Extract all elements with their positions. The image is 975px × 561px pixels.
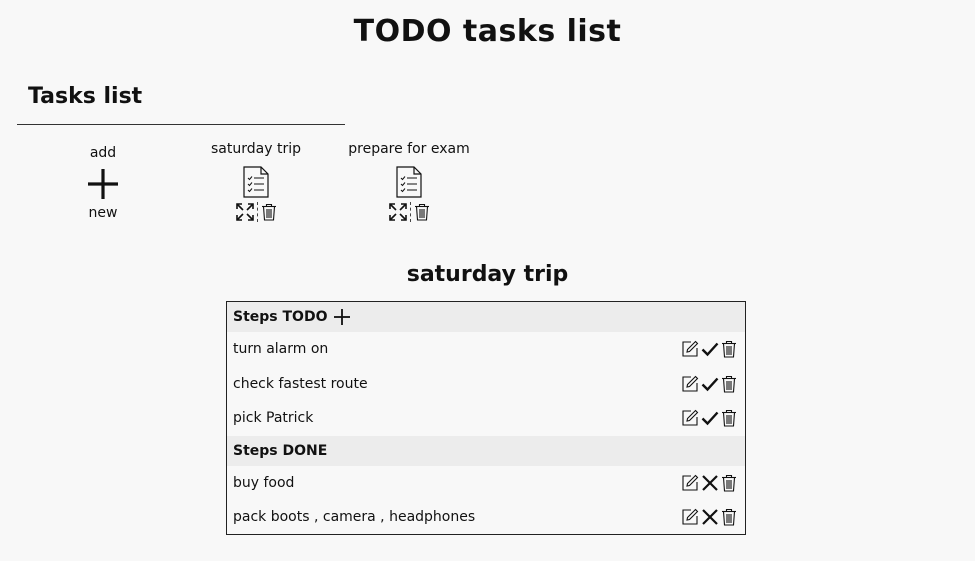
done-step-row: pack boots , camera , headphones bbox=[227, 500, 745, 535]
steps-done-label: Steps DONE bbox=[233, 442, 328, 459]
trash-icon[interactable] bbox=[261, 203, 277, 221]
plus-icon[interactable] bbox=[86, 167, 120, 201]
trash-icon[interactable] bbox=[721, 375, 737, 393]
task-card-saturday-trip: saturday trip bbox=[181, 141, 331, 222]
todo-step-row: pick Patrick bbox=[227, 401, 745, 436]
trash-icon[interactable] bbox=[721, 409, 737, 427]
step-text: check fastest route bbox=[233, 375, 368, 392]
expand-icon[interactable] bbox=[388, 203, 407, 221]
edit-icon[interactable] bbox=[681, 340, 699, 358]
trash-icon[interactable] bbox=[721, 474, 737, 492]
add-step-plus-icon[interactable] bbox=[333, 308, 351, 326]
trash-icon[interactable] bbox=[721, 508, 737, 526]
todo-step-row: turn alarm on bbox=[227, 332, 745, 367]
add-label: add bbox=[89, 145, 117, 161]
task-card-prepare-for-exam: prepare for exam bbox=[334, 141, 484, 222]
todo-step-row: check fastest route bbox=[227, 367, 745, 402]
new-label: new bbox=[88, 205, 118, 221]
step-text: pick Patrick bbox=[233, 410, 314, 427]
edit-icon[interactable] bbox=[681, 375, 699, 393]
step-text: turn alarm on bbox=[233, 341, 329, 358]
page-title: TODO tasks list bbox=[353, 14, 622, 49]
x-icon[interactable] bbox=[701, 508, 719, 526]
edit-icon[interactable] bbox=[681, 474, 699, 492]
check-icon[interactable] bbox=[701, 340, 719, 358]
done-step-row: buy food bbox=[227, 466, 745, 501]
x-icon[interactable] bbox=[701, 474, 719, 492]
step-text: buy food bbox=[233, 474, 295, 491]
document-icon[interactable] bbox=[243, 166, 269, 198]
document-icon[interactable] bbox=[396, 166, 422, 198]
check-icon[interactable] bbox=[701, 375, 719, 393]
tasks-list-heading: Tasks list bbox=[28, 84, 143, 109]
expand-icon[interactable] bbox=[235, 203, 254, 221]
task-name[interactable]: prepare for exam bbox=[334, 141, 484, 157]
steps-todo-header: Steps TODO bbox=[227, 302, 745, 332]
check-icon[interactable] bbox=[701, 409, 719, 427]
task-actions bbox=[334, 202, 484, 222]
steps-done-header: Steps DONE bbox=[227, 435, 745, 466]
task-name[interactable]: saturday trip bbox=[181, 141, 331, 157]
add-new-task-button[interactable]: add new bbox=[73, 145, 133, 221]
steps-panel: Steps TODO turn alarm on check fastest r… bbox=[226, 301, 746, 535]
edit-icon[interactable] bbox=[681, 508, 699, 526]
steps-todo-label: Steps TODO bbox=[233, 309, 328, 325]
task-detail-title: saturday trip bbox=[406, 262, 569, 287]
trash-icon[interactable] bbox=[721, 340, 737, 358]
action-separator bbox=[256, 202, 258, 222]
edit-icon[interactable] bbox=[681, 409, 699, 427]
trash-icon[interactable] bbox=[414, 203, 430, 221]
step-text: pack boots , camera , headphones bbox=[233, 509, 476, 526]
task-actions bbox=[181, 202, 331, 222]
action-separator bbox=[409, 202, 411, 222]
tasks-list-divider bbox=[17, 124, 345, 125]
